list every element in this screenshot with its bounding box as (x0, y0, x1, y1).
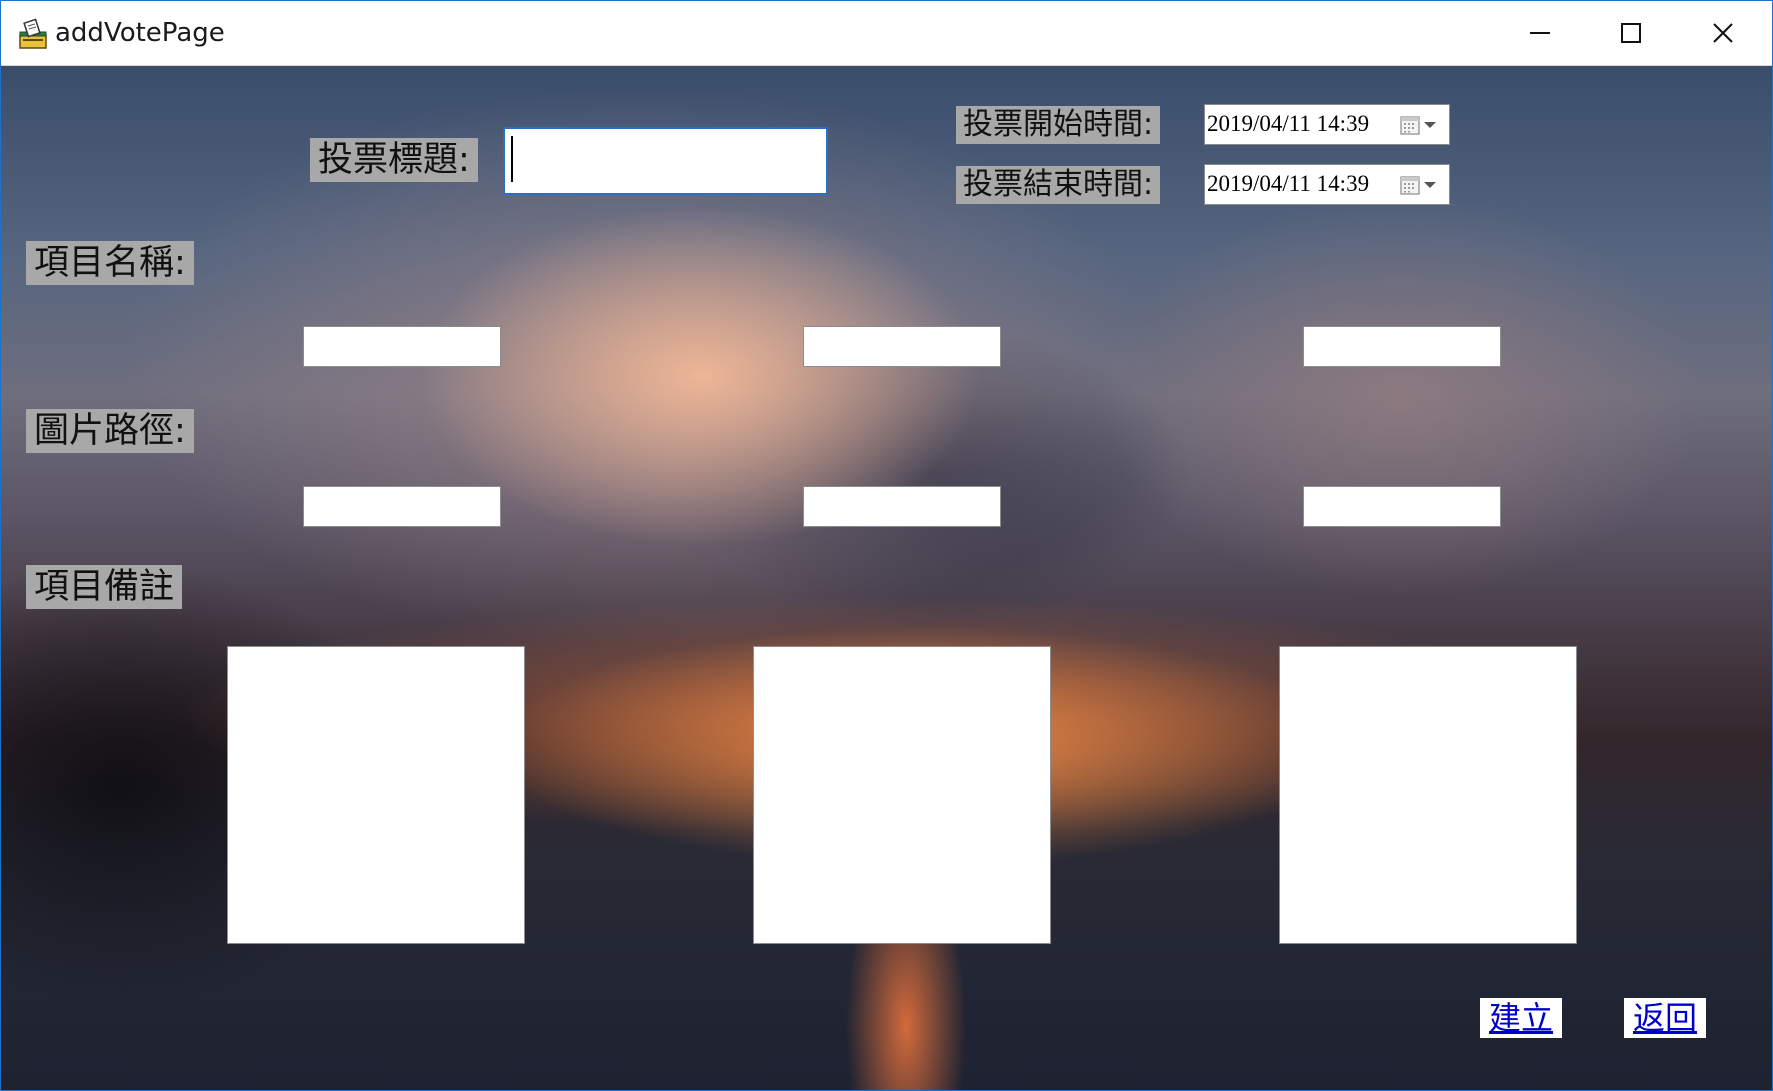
close-icon (1713, 23, 1733, 43)
image-path-input-2[interactable] (803, 486, 1001, 527)
item-name-label: 項目名稱: (26, 241, 194, 285)
ballot-box-icon (19, 18, 47, 49)
start-time-value: 2019/04/11 14:39 (1207, 111, 1370, 136)
maximize-icon (1621, 23, 1641, 43)
start-time-label: 投票開始時間: (956, 106, 1161, 144)
item-name-input-3[interactable] (1303, 326, 1501, 367)
chevron-down-icon[interactable] (1423, 120, 1437, 130)
item-note-textarea-1[interactable] (227, 646, 525, 944)
start-time-picker[interactable]: 2019/04/11 14:39 (1204, 104, 1450, 145)
end-time-label: 投票結束時間: (956, 166, 1161, 204)
create-button[interactable]: 建立 (1480, 998, 1562, 1038)
item-note-label: 項目備註 (26, 565, 183, 609)
minimize-icon (1530, 32, 1550, 34)
end-time-value: 2019/04/11 14:39 (1207, 171, 1370, 196)
vote-title-label: 投票標題: (310, 138, 478, 182)
text-caret (511, 136, 513, 182)
minimize-button[interactable] (1494, 1, 1586, 65)
item-name-input-1[interactable] (303, 326, 501, 367)
calendar-icon[interactable] (1399, 114, 1421, 136)
calendar-icon[interactable] (1399, 174, 1421, 196)
maximize-button[interactable] (1585, 1, 1677, 65)
title-bar[interactable]: addVotePage (1, 1, 1772, 66)
close-button[interactable] (1677, 1, 1769, 65)
item-name-input-2[interactable] (803, 326, 1001, 367)
vote-title-input[interactable] (503, 127, 828, 195)
chevron-down-icon[interactable] (1423, 180, 1437, 190)
window-title: addVotePage (55, 18, 225, 48)
image-path-input-1[interactable] (303, 486, 501, 527)
image-path-label: 圖片路徑: (26, 409, 194, 453)
form-panel: 投票標題: 投票開始時間: 2019/04/11 14:39 投票結束時間: 2… (1, 66, 1772, 1090)
item-note-textarea-2[interactable] (753, 646, 1051, 944)
back-button[interactable]: 返回 (1624, 998, 1706, 1038)
item-note-textarea-3[interactable] (1279, 646, 1577, 944)
end-time-picker[interactable]: 2019/04/11 14:39 (1204, 164, 1450, 205)
image-path-input-3[interactable] (1303, 486, 1501, 527)
app-window: addVotePage 投票標題: 投票開始時間: 2019/04/11 14:… (0, 0, 1773, 1091)
